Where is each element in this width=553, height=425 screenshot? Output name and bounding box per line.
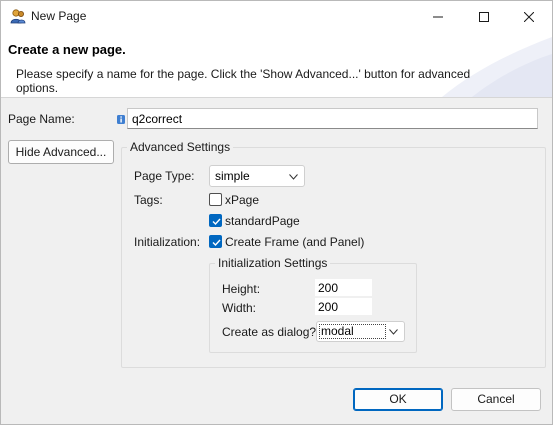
title-bar[interactable]: New Page [1, 1, 552, 32]
create-frame-checkbox[interactable] [209, 235, 222, 248]
dialog-mode-value: modal [319, 324, 386, 339]
page-name-label: Page Name: [8, 112, 75, 126]
checkmark-icon [212, 239, 221, 247]
initialization-label: Initialization: [134, 235, 201, 249]
page-type-value: simple [215, 169, 250, 183]
header-title: Create a new page. [8, 42, 126, 57]
advanced-settings-legend: Advanced Settings [127, 140, 234, 154]
header-divider [1, 97, 552, 98]
window-title: New Page [31, 9, 87, 23]
app-icon [10, 8, 26, 24]
page-type-label: Page Type: [134, 169, 195, 183]
create-as-dialog-label: Create as dialog? [222, 325, 317, 339]
height-input[interactable] [315, 279, 372, 296]
maximize-button[interactable] [461, 1, 507, 32]
page-name-input[interactable] [127, 108, 538, 129]
create-frame-label[interactable]: Create Frame (and Panel) [225, 235, 364, 249]
ok-button[interactable]: OK [353, 388, 443, 411]
chevron-down-icon [389, 329, 398, 335]
initialization-settings-legend: Initialization Settings [215, 256, 331, 270]
chevron-down-icon [289, 174, 298, 180]
wizard-header: Create a new page. Please specify a name… [1, 32, 552, 97]
dialog-mode-select[interactable]: modal [316, 321, 405, 342]
close-button[interactable] [506, 1, 552, 32]
width-label: Width: [222, 301, 257, 315]
standardpage-label[interactable]: standardPage [225, 214, 300, 228]
page-type-select[interactable]: simple [209, 165, 305, 187]
close-icon [524, 11, 534, 22]
minimize-button[interactable] [415, 1, 461, 32]
info-icon [117, 113, 125, 124]
checkmark-icon [212, 218, 221, 226]
new-page-dialog: New Page Create a new page. Please speci… [0, 0, 553, 425]
xpage-label[interactable]: xPage [225, 193, 259, 207]
maximize-icon [479, 11, 489, 22]
standardpage-checkbox[interactable] [209, 214, 222, 227]
cancel-button[interactable]: Cancel [451, 388, 541, 411]
xpage-checkbox[interactable] [209, 193, 222, 206]
tags-label: Tags: [134, 193, 163, 207]
minimize-icon [433, 16, 443, 17]
height-label: Height: [222, 282, 261, 296]
hide-advanced-button[interactable]: Hide Advanced... [8, 140, 114, 164]
header-description: Please specify a name for the page. Clic… [16, 67, 471, 95]
width-input[interactable] [315, 298, 372, 315]
